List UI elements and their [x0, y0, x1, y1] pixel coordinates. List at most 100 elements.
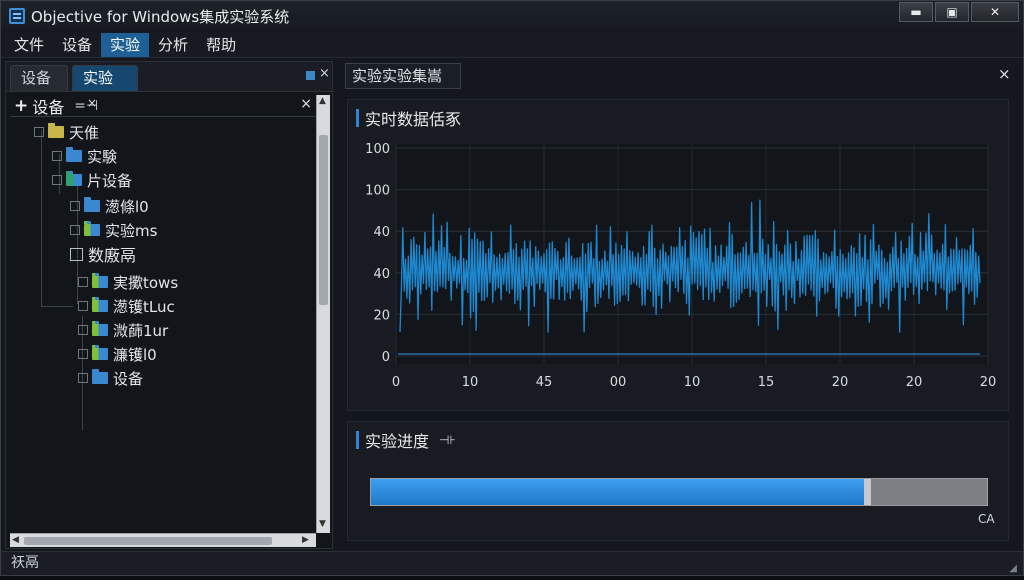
tree-header: + 设备 =⊣ × — [10, 95, 316, 117]
tree-node-label: 濍條l0 — [105, 197, 149, 216]
tab-experiment-label: 实验 — [83, 69, 114, 87]
y-tick-label: 100 — [365, 142, 390, 157]
expand-toggle-icon[interactable] — [78, 349, 88, 359]
progress-fill — [371, 479, 864, 505]
tree-node[interactable]: 片设备 — [52, 170, 132, 190]
tree-node-label: 实验ms — [105, 221, 158, 240]
tree-node[interactable]: 濂镬l0 — [78, 344, 157, 364]
realtime-chart-panel: 100 100 40 40 20 0 0 10 45 00 10 15 20 20 20 实时数据佸豖 — [347, 99, 1009, 411]
folder-icon — [92, 321, 108, 336]
tree-node[interactable]: 溦蒒1ur — [78, 320, 168, 340]
device-tree: 天倠实験片设备濍條l0 实验ms 数廒鬲実擹tows 濍镬tLuc 溦蒒1ur 濂镬l0 设… — [10, 120, 314, 532]
tree-node[interactable]: 濍镬tLuc — [78, 296, 175, 316]
tree-node-label: 溦蒒1ur — [113, 321, 169, 340]
scroll-thumb-horizontal[interactable] — [24, 537, 272, 545]
status-text: 祆鬲 — [11, 555, 39, 571]
tree-node[interactable]: 实験 — [52, 146, 117, 166]
title-bar: Objective for Windows集成实验系统 ▬ ▣ ✕ — [1, 1, 1023, 31]
tree-node[interactable]: 数廒鬲 — [70, 244, 137, 265]
folder-icon — [92, 369, 108, 384]
minimize-button[interactable]: ▬ — [899, 2, 933, 22]
tree-node[interactable]: 设备 — [78, 368, 143, 388]
experiment-document-tab[interactable]: 实验实验集嵩 — [345, 63, 461, 89]
expand-toggle-icon[interactable] — [78, 277, 88, 287]
panel-close-icon[interactable]: × — [319, 66, 330, 81]
tab-device-label: 设备 — [21, 69, 52, 87]
tree-vertical-scrollbar[interactable]: ▲ ▼ — [316, 95, 330, 533]
app-window: Objective for Windows集成实验系统 ▬ ▣ ✕ 文件 设备 … — [0, 0, 1024, 576]
expand-toggle-icon[interactable] — [78, 325, 88, 335]
tree-header-label: 设备 — [32, 97, 65, 117]
x-tick-label: 0 — [392, 375, 400, 390]
folder-icon — [66, 171, 82, 186]
expand-toggle-icon[interactable] — [34, 127, 44, 137]
folder-icon — [92, 345, 108, 360]
close-window-button[interactable]: ✕ — [971, 2, 1019, 22]
realtime-line-chart: 100 100 40 40 20 00 10 45 00 10 15 20 20 20 — [365, 142, 996, 390]
panel-tabstrip: 设备 实验× × — [6, 62, 332, 110]
app-icon — [9, 8, 25, 24]
tree-guide-line — [41, 130, 42, 306]
y-tick-label: 40 — [373, 225, 390, 240]
tree-node[interactable]: 濍條l0 — [70, 196, 149, 216]
menu-help[interactable]: 帮助 — [197, 33, 245, 57]
tree-node[interactable]: 実擹tows — [78, 272, 178, 292]
progress-panel: 实验进度 ⊣⊦ CA — [347, 421, 1009, 541]
scroll-down-icon[interactable]: ▼ — [319, 519, 326, 529]
tree-header-symbol: =⊣ — [74, 97, 99, 114]
folder-icon — [84, 197, 100, 212]
x-tick-label: 45 — [536, 375, 553, 390]
folder-icon — [48, 123, 64, 138]
expand-toggle-icon[interactable] — [78, 301, 88, 311]
x-tick-label: 20 — [906, 375, 923, 390]
progress-title: 实验进度 — [365, 432, 430, 451]
tree-node[interactable]: 天倠 — [34, 122, 99, 142]
folder-icon — [66, 147, 82, 162]
y-tick-label: 100 — [365, 184, 390, 199]
expand-toggle-icon[interactable] — [78, 373, 88, 383]
progress-panel-title: 实验进度 ⊣⊦ — [356, 430, 456, 451]
document-close-icon[interactable]: × — [998, 65, 1011, 83]
add-icon[interactable]: + — [14, 96, 28, 116]
tree-node-label: 数廒鬲 — [88, 246, 137, 265]
tree-node-label: 设备 — [113, 369, 144, 388]
tree-node-label: 濍镬tLuc — [113, 297, 175, 316]
expand-toggle-icon[interactable] — [52, 175, 62, 185]
folder-icon — [84, 221, 100, 236]
expand-toggle-icon[interactable] — [52, 151, 62, 161]
tree-node[interactable]: 实验ms — [70, 220, 157, 240]
expand-toggle-icon[interactable] — [70, 201, 80, 211]
window-title: Objective for Windows集成实验系统 — [31, 7, 290, 26]
x-tick-label: 20 — [832, 375, 849, 390]
tree-node-label: 实験 — [87, 147, 118, 166]
scroll-left-icon[interactable]: ◀ — [12, 535, 19, 545]
scroll-up-icon[interactable]: ▲ — [319, 96, 326, 106]
tab-experiment[interactable]: 实验× — [72, 65, 138, 110]
tree-node-label: 片设备 — [87, 171, 133, 190]
resize-grip-icon[interactable]: ◢ — [1009, 558, 1017, 580]
y-tick-label: 0 — [382, 350, 390, 365]
y-tick-label: 20 — [373, 308, 390, 323]
database-icon — [70, 247, 83, 261]
tree-close-icon[interactable]: × — [300, 96, 312, 112]
menu-file[interactable]: 文件 — [5, 33, 53, 57]
x-tick-label: 10 — [462, 375, 479, 390]
tree-horizontal-scrollbar[interactable]: ◀ ▶ — [10, 533, 316, 547]
title-accent-bar — [356, 109, 359, 127]
pin-icon[interactable] — [306, 71, 315, 80]
tab-device[interactable]: 设备 — [10, 65, 68, 91]
menu-analysis[interactable]: 分析 — [149, 33, 197, 57]
x-tick-label: 00 — [610, 375, 627, 390]
menu-experiment[interactable]: 实验 — [101, 32, 150, 57]
progress-percent-label: CA — [978, 512, 995, 526]
maximize-button[interactable]: ▣ — [935, 2, 969, 22]
progress-handle[interactable] — [863, 479, 871, 505]
scroll-right-icon[interactable]: ▶ — [302, 535, 309, 545]
tree-node-label: 濂镬l0 — [113, 345, 157, 364]
status-bar: 祆鬲 ◢ — [1, 551, 1023, 575]
scroll-thumb[interactable] — [319, 135, 328, 305]
window-controls: ▬ ▣ ✕ — [899, 2, 1019, 22]
menu-device[interactable]: 设备 — [53, 33, 101, 57]
expand-toggle-icon[interactable] — [70, 225, 80, 235]
chart-panel-title: 实时数据佸豖 — [356, 108, 461, 129]
